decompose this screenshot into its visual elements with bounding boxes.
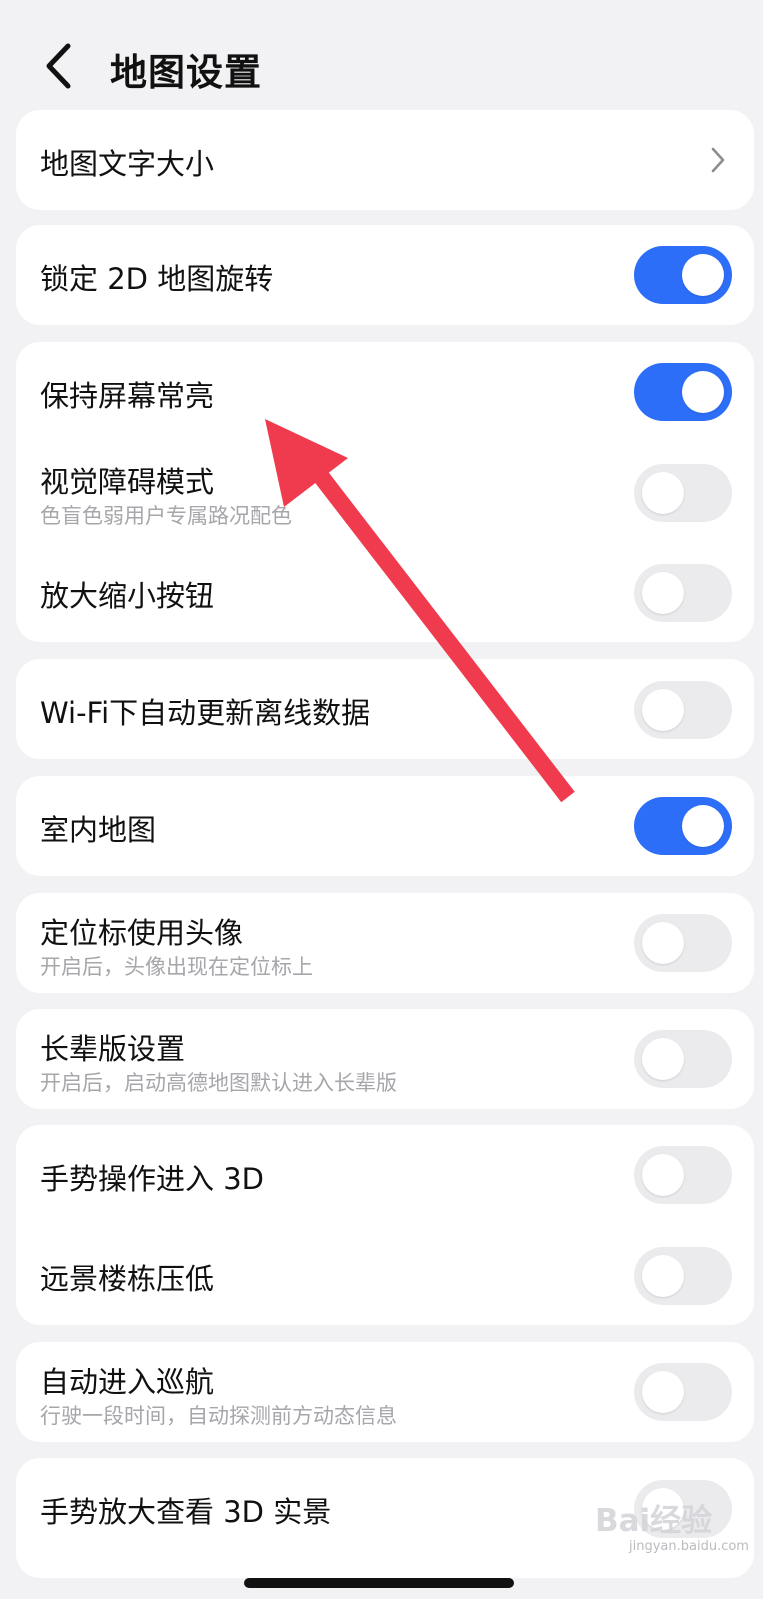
toggle-avatar-locator[interactable] [634, 914, 732, 972]
toggle-knob [642, 1255, 684, 1297]
row-map-text-size[interactable]: 地图文字大小 [16, 110, 754, 210]
row-subtitle: 开启后，启动高德地图默认进入长辈版 [40, 1071, 397, 1095]
toggle-knob [642, 472, 684, 514]
settings-card-elder: 长辈版设置 开启后，启动高德地图默认进入长辈版 [16, 1009, 754, 1109]
settings-card-cruise: 自动进入巡航 行驶一段时间，自动探测前方动态信息 [16, 1342, 754, 1442]
row-auto-cruise: 自动进入巡航 行驶一段时间，自动探测前方动态信息 [16, 1342, 754, 1442]
settings-card-text-size: 地图文字大小 [16, 110, 754, 210]
row-lock-2d-rotation: 锁定 2D 地图旋转 [16, 225, 754, 325]
toggle-wifi-auto-update[interactable] [634, 681, 732, 739]
toggle-knob [642, 572, 684, 614]
settings-card-3d: 手势操作进入 3D 远景楼栋压低 [16, 1125, 754, 1325]
page-title: 地图设置 [110, 51, 262, 94]
toggle-auto-cruise[interactable] [634, 1363, 732, 1421]
toggle-knob [642, 1038, 684, 1080]
row-label: 远景楼栋压低 [40, 1262, 215, 1296]
row-subtitle: 行驶一段时间，自动探测前方动态信息 [40, 1404, 397, 1428]
row-label: 地图文字大小 [40, 147, 215, 181]
row-lower-distant-buildings: 远景楼栋压低 [16, 1225, 754, 1325]
row-label: 放大缩小按钮 [40, 579, 215, 613]
row-elder-mode: 长辈版设置 开启后，启动高德地图默认进入长辈版 [16, 1009, 754, 1109]
row-label: 锁定 2D 地图旋转 [40, 262, 274, 296]
back-button[interactable] [40, 40, 84, 92]
row-label: 视觉障碍模式 [40, 465, 215, 499]
row-keep-screen-on: 保持屏幕常亮 [16, 342, 754, 442]
toggle-knob [682, 254, 724, 296]
row-subtitle: 开启后，头像出现在定位标上 [40, 955, 313, 979]
watermark-brand: Bai经验 [595, 1503, 713, 1539]
toggle-gesture-3d[interactable] [634, 1146, 732, 1204]
row-gesture-3d: 手势操作进入 3D [16, 1125, 754, 1225]
row-visual-impairment: 视觉障碍模式 色盲色弱用户专属路况配色 [16, 442, 754, 542]
watermark-site: jingyan.baidu.com [629, 1539, 749, 1554]
toggle-zoom-buttons[interactable] [634, 564, 732, 622]
row-wifi-auto-update: Wi-Fi下自动更新离线数据 [16, 659, 754, 759]
row-label: 室内地图 [40, 813, 157, 847]
row-zoom-buttons: 放大缩小按钮 [16, 542, 754, 642]
watermark: Bai经验 jingyan.baidu.com [595, 1495, 749, 1555]
toggle-knob [682, 371, 724, 413]
row-indoor-map: 室内地图 [16, 776, 754, 876]
toggle-knob [682, 805, 724, 847]
toggle-knob [642, 1371, 684, 1413]
top-bar: 地图设置 [0, 0, 763, 110]
toggle-indoor-map[interactable] [634, 797, 732, 855]
row-label: 手势操作进入 3D [40, 1162, 264, 1196]
toggle-elder-mode[interactable] [634, 1030, 732, 1088]
toggle-knob [642, 689, 684, 731]
settings-card-display: 保持屏幕常亮 视觉障碍模式 色盲色弱用户专属路况配色 放大缩小按钮 [16, 342, 754, 642]
row-label: 手势放大查看 3D 实景 [40, 1495, 332, 1529]
row-label: 保持屏幕常亮 [40, 379, 215, 413]
settings-card-wifi: Wi-Fi下自动更新离线数据 [16, 659, 754, 759]
home-indicator[interactable] [244, 1578, 514, 1588]
toggle-lock-2d-rotation[interactable] [634, 246, 732, 304]
toggle-knob [642, 1154, 684, 1196]
row-label: Wi-Fi下自动更新离线数据 [40, 696, 371, 730]
row-label: 定位标使用头像 [40, 916, 244, 950]
toggle-visual-impairment[interactable] [634, 464, 732, 522]
settings-card-avatar: 定位标使用头像 开启后，头像出现在定位标上 [16, 893, 754, 993]
chevron-left-icon [46, 43, 71, 89]
row-subtitle: 色盲色弱用户专属路况配色 [40, 504, 292, 528]
toggle-lower-distant-buildings[interactable] [634, 1247, 732, 1305]
row-avatar-locator: 定位标使用头像 开启后，头像出现在定位标上 [16, 893, 754, 993]
settings-card-indoor: 室内地图 [16, 776, 754, 876]
row-label: 自动进入巡航 [40, 1365, 215, 1399]
chevron-right-icon [711, 147, 725, 173]
toggle-keep-screen-on[interactable] [634, 363, 732, 421]
row-label: 长辈版设置 [40, 1032, 186, 1066]
toggle-knob [642, 922, 684, 964]
settings-card-rotation: 锁定 2D 地图旋转 [16, 225, 754, 325]
